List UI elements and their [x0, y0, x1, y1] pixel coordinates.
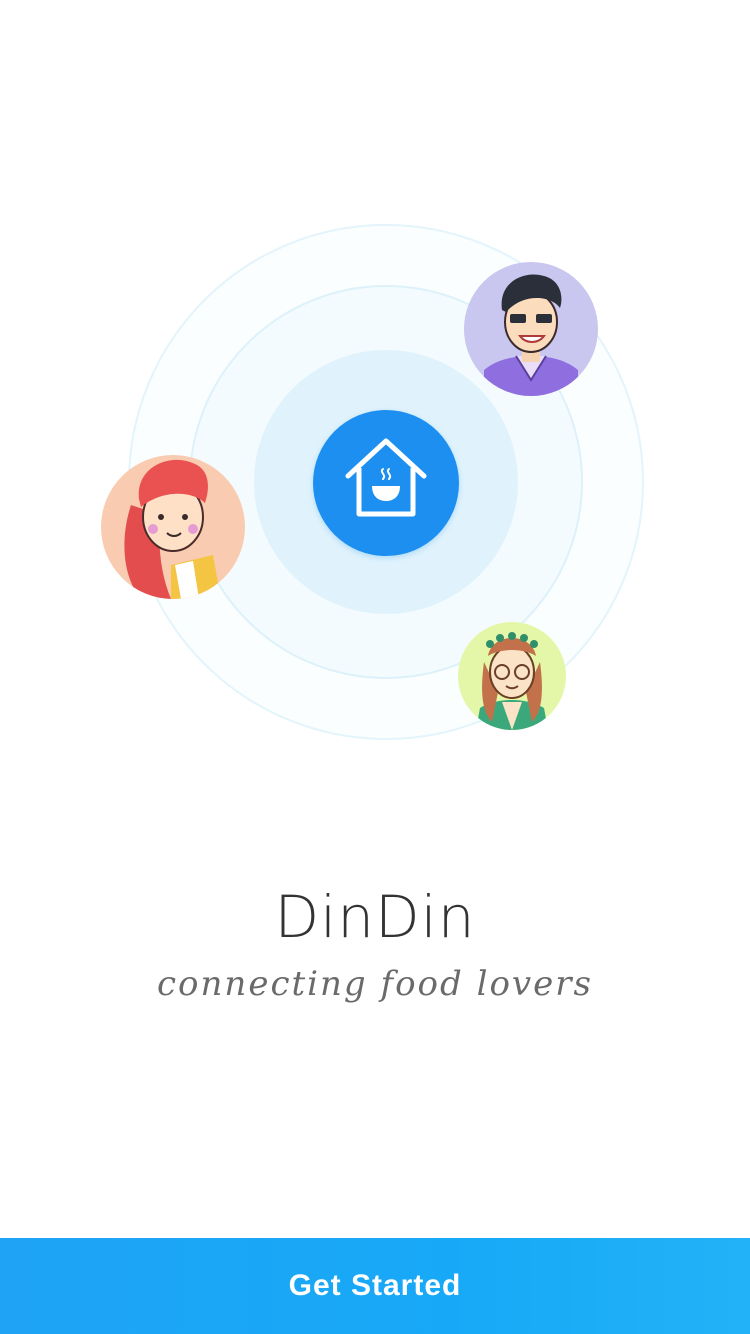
hero-illustration	[0, 0, 750, 820]
app-tagline: connecting food lovers	[157, 964, 593, 1004]
redhead-avatar	[101, 455, 245, 599]
glasses-avatar	[458, 622, 566, 730]
house-with-bowl-icon	[345, 438, 427, 517]
app-title: DinDin	[274, 883, 476, 951]
get-started-button[interactable]: Get Started	[0, 1238, 750, 1334]
app-logo	[313, 410, 459, 556]
man-avatar	[464, 262, 598, 396]
